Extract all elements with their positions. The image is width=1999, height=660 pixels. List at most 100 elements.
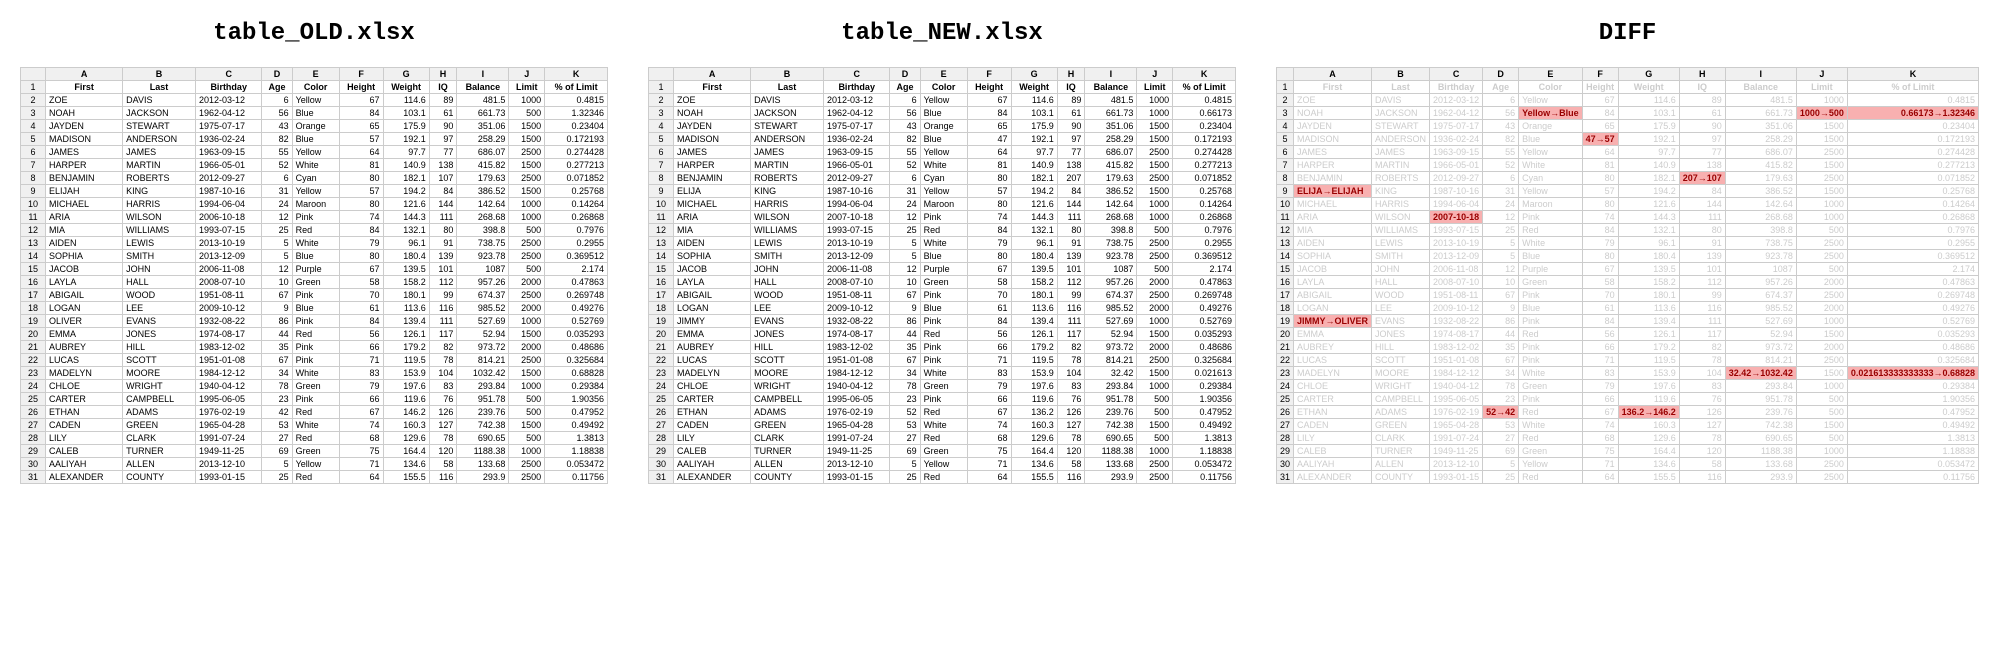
data-cell: 1000 [1796,211,1847,224]
data-cell: 121.6 [383,198,429,211]
data-cell: ARIA [1294,211,1372,224]
data-cell: JAYDEN [674,120,751,133]
header-cell: Last [1372,81,1430,94]
data-cell: 2008-07-10 [195,276,262,289]
data-cell: 84 [339,315,383,328]
data-cell: COUNTY [1372,471,1430,484]
header-cell: Height [339,81,383,94]
data-cell: 140.9 [383,159,429,172]
data-cell: 674.37 [1725,289,1796,302]
data-cell: 66 [1582,341,1618,354]
col-letter: C [195,68,262,81]
data-cell: JAMES [1294,146,1372,159]
data-cell: 111 [1057,211,1085,224]
data-cell: 1188.38 [1085,445,1137,458]
data-cell: 56 [262,107,292,120]
header-cell: Balance [457,81,509,94]
data-cell: 132.1 [1618,224,1679,237]
data-cell: 1500 [509,328,545,341]
data-cell: 192.1 [1011,133,1057,146]
data-cell: 1966-05-01 [1430,159,1483,172]
data-cell: 68 [1582,432,1618,445]
data-cell: Blue [920,107,967,120]
data-cell: 97 [1679,133,1725,146]
data-cell: Red [1519,328,1583,341]
data-cell: JAYDEN [46,120,123,133]
data-cell: LILY [46,432,123,445]
data-cell: 0.25768 [545,185,608,198]
data-cell: 1984-12-12 [823,367,890,380]
data-cell: 1951-08-11 [1430,289,1483,302]
data-cell: 1087 [1725,263,1796,276]
col-letter: K [1847,68,1978,81]
data-cell: 84 [967,224,1011,237]
data-cell: 1000 [509,94,545,107]
data-cell: Blue [920,250,967,263]
data-cell: 1949-11-25 [195,445,262,458]
data-cell: 2000 [1796,302,1847,315]
data-cell: ADAMS [1372,406,1430,419]
col-letter: I [457,68,509,81]
data-cell: Red [292,406,339,419]
data-cell: CLARK [1372,432,1430,445]
data-cell: Red [1519,224,1583,237]
data-cell: 1949-11-25 [1430,445,1483,458]
data-cell: Pink [1519,341,1583,354]
data-cell: CARTER [674,393,751,406]
data-cell: 0.26868 [545,211,608,224]
data-cell: 1000 [1137,380,1173,393]
col-letter: B [1372,68,1430,81]
data-cell: 9 [262,302,292,315]
data-cell: 1000 [1796,94,1847,107]
data-cell: 2500 [1137,354,1173,367]
data-cell: 112 [429,276,457,289]
data-cell: 690.65 [1725,432,1796,445]
data-cell: 500 [1137,406,1173,419]
data-cell: 1983-12-02 [1430,341,1483,354]
data-cell: 78 [429,354,457,367]
data-cell: 0.49492 [1847,419,1978,432]
data-cell: 1.18838 [1173,445,1236,458]
data-cell: HARRIS [1372,198,1430,211]
col-letter: A [1294,68,1372,81]
data-cell: 2007-10-18 [1430,211,1483,224]
data-cell: 44 [1483,328,1519,341]
data-cell: 43 [262,120,292,133]
data-cell: 0.2955 [1847,237,1978,250]
data-cell: 1963-09-15 [823,146,890,159]
data-cell: 0.053472 [545,458,608,471]
data-cell: Cyan [292,172,339,185]
data-cell: COUNTY [123,471,196,484]
data-cell: 52 [890,406,920,419]
data-cell: 104 [429,367,457,380]
data-cell: 96.1 [1011,237,1057,250]
data-cell: 61 [967,302,1011,315]
data-cell: 500 [1796,393,1847,406]
data-cell: 1.3813 [1847,432,1978,445]
data-cell: 2500 [1796,458,1847,471]
data-cell: 67 [1582,406,1618,419]
data-cell: 1932-08-22 [195,315,262,328]
data-cell: 2012-03-12 [195,94,262,107]
header-cell: % of Limit [1847,81,1978,94]
data-cell: 113.6 [383,302,429,315]
data-cell: 74 [1582,419,1618,432]
data-cell: 65 [967,120,1011,133]
data-cell: 500 [1796,224,1847,237]
data-cell: 1975-07-17 [1430,120,1483,133]
data-cell: 180.4 [383,250,429,263]
data-cell: Blue [292,133,339,146]
col-letter: I [1085,68,1137,81]
data-cell: 180.1 [1618,289,1679,302]
data-cell: Orange [1519,120,1583,133]
data-cell: 97.7 [383,146,429,159]
col-letter: A [46,68,123,81]
data-cell: Blue [920,133,967,146]
data-cell: 179.63 [1085,172,1137,185]
col-letter: H [1057,68,1085,81]
data-cell: SMITH [123,250,196,263]
data-cell: 67 [1582,94,1618,107]
data-cell: 126 [1057,406,1085,419]
data-cell: 155.5 [1011,471,1057,484]
data-cell: 0.47863 [545,276,608,289]
